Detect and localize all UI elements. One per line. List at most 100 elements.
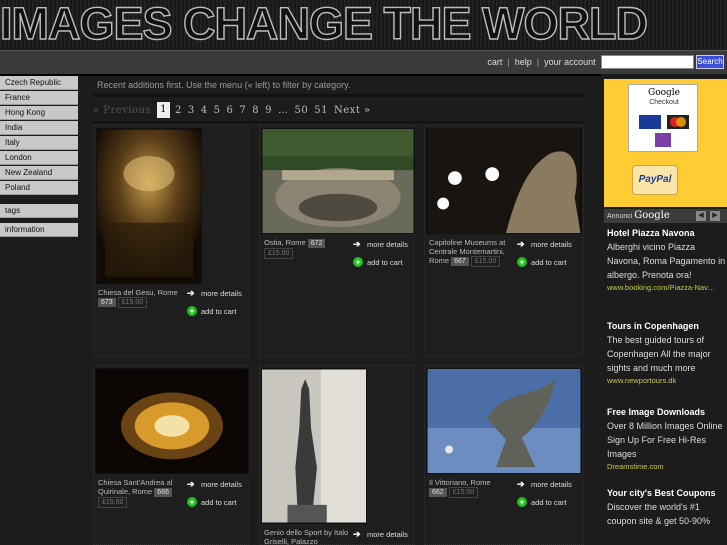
item-caption: Il Vittoriano, Rome 662 £15.00 <box>429 478 513 498</box>
add-to-cart-link[interactable]: + add to cart <box>517 257 566 267</box>
sidebar-item-information[interactable]: information <box>0 223 78 237</box>
sidebar-item-hong-kong[interactable]: Hong Kong <box>0 106 78 120</box>
pager-page[interactable]: 5 <box>214 105 221 116</box>
more-details-label: more details <box>531 240 572 249</box>
sidebar-item-london[interactable]: London <box>0 151 78 165</box>
item-id-badge: 662 <box>429 488 447 497</box>
search-button[interactable]: Search <box>696 55 724 69</box>
add-to-cart-link[interactable]: + add to cart <box>187 497 236 507</box>
sidebar-item-france[interactable]: France <box>0 91 78 105</box>
chevron-right-icon[interactable]: ▶ <box>710 211 720 221</box>
item-id-badge: 673 <box>98 298 116 307</box>
ad-url[interactable]: www.booking.com/Piazza-Nav… <box>607 282 727 293</box>
pager-page[interactable]: 3 <box>188 105 195 116</box>
separator: | <box>536 57 540 67</box>
pager-ellipsis: … <box>278 104 289 116</box>
category-menu: Czech Republic France Hong Kong India It… <box>0 76 78 238</box>
gallery-card: Capitoline Museums at Centrale Montemart… <box>424 125 584 357</box>
item-title[interactable]: Il Vittoriano, Rome <box>429 478 491 487</box>
pager-page[interactable]: 2 <box>175 105 182 116</box>
photo-thumbnail[interactable] <box>261 368 367 524</box>
item-id-badge: 667 <box>451 257 469 266</box>
ad-url[interactable]: Dreamstime.com <box>607 461 727 472</box>
more-details-label: more details <box>531 480 572 489</box>
right-column: Google Checkout PayPal Annunci Google ◀ … <box>604 79 727 545</box>
ads-header: Annunci Google ◀ ▶ <box>604 209 727 223</box>
plus-icon: + <box>517 497 527 507</box>
add-to-cart-link[interactable]: + add to cart <box>187 306 236 316</box>
photo-thumbnail[interactable] <box>261 128 415 234</box>
ad-title[interactable]: Your city's Best Coupons <box>607 486 727 500</box>
add-to-cart-link[interactable]: + add to cart <box>353 257 402 267</box>
sidebar-item-italy[interactable]: Italy <box>0 136 78 150</box>
search-input[interactable] <box>601 55 694 69</box>
ad-url[interactable]: www.newportours.dk <box>607 375 727 386</box>
arrow-right-icon: ➔ <box>517 239 525 249</box>
add-to-cart-label: add to cart <box>201 306 237 316</box>
more-details-link[interactable]: ➔ more details <box>187 480 242 490</box>
ad-title[interactable]: Tours in Copenhagen <box>607 320 727 333</box>
photo-thumbnail[interactable] <box>96 128 202 284</box>
google-checkout-title: Google <box>648 88 680 98</box>
more-details-label: more details <box>201 289 242 298</box>
google-checkout-badge[interactable]: Google Checkout <box>628 84 698 152</box>
paypal-badge[interactable]: PayPal <box>632 165 678 195</box>
item-caption: Capitoline Museums at Centrale Montemart… <box>429 238 513 267</box>
item-title[interactable]: Chiesa del Gesu, Rome <box>98 288 186 297</box>
ad-block[interactable]: Your city's Best Coupons Discover the wo… <box>607 486 727 528</box>
ad-title[interactable]: Hotel Piazza Navona <box>607 227 727 240</box>
sidebar-item-tags[interactable]: tags <box>0 204 78 218</box>
item-price: £15.00 <box>448 487 479 498</box>
add-to-cart-label: add to cart <box>531 497 567 507</box>
card-logos-icon <box>639 115 689 147</box>
arrow-right-icon: ➔ <box>187 288 195 298</box>
more-details-link[interactable]: ➔ more details <box>353 530 408 540</box>
more-details-link[interactable]: ➔ more details <box>517 480 572 490</box>
pager-next[interactable]: Next » <box>334 105 371 116</box>
sidebar-item-czech-republic[interactable]: Czech Republic <box>0 76 78 90</box>
pager-page[interactable]: 8 <box>252 105 259 116</box>
site-title[interactable]: IMAGES CHANGE THE WORLD <box>0 0 727 50</box>
photo-thumbnail[interactable] <box>95 368 249 474</box>
pager-page[interactable]: 4 <box>201 105 208 116</box>
photo-image <box>96 369 248 473</box>
sidebar-item-new-zealand[interactable]: New Zealand <box>0 166 78 180</box>
add-to-cart-label: add to cart <box>531 257 567 267</box>
chevron-left-icon[interactable]: ◀ <box>696 211 706 221</box>
more-details-link[interactable]: ➔ more details <box>517 239 572 250</box>
item-title[interactable]: Genio dello Sport by Italo Griselli, Pal… <box>264 528 348 545</box>
ad-body: Alberghi vicino Piazza Navona, Roma Paga… <box>607 242 726 280</box>
photo-thumbnail[interactable] <box>426 368 582 474</box>
item-price: £15.00 <box>98 497 128 508</box>
more-details-label: more details <box>367 530 408 539</box>
sidebar-item-india[interactable]: India <box>0 121 78 135</box>
photo-image <box>427 129 581 233</box>
plus-icon: + <box>187 497 197 507</box>
plus-icon: + <box>517 257 527 267</box>
photo-image <box>97 129 201 283</box>
item-title[interactable]: Ostia, Rome <box>264 238 306 247</box>
account-link[interactable]: your account <box>544 57 596 67</box>
item-id-badge: 672 <box>307 239 326 248</box>
photo-thumbnail[interactable] <box>426 128 582 234</box>
more-details-link[interactable]: ➔ more details <box>353 240 408 250</box>
add-to-cart-label: add to cart <box>367 257 403 267</box>
more-details-link[interactable]: ➔ more details <box>187 288 242 299</box>
pager-page[interactable]: 9 <box>265 105 272 116</box>
add-to-cart-link[interactable]: + add to cart <box>517 497 566 507</box>
help-link[interactable]: help <box>515 57 532 67</box>
pager-page[interactable]: 50 <box>295 105 309 116</box>
sidebar-item-poland[interactable]: Poland <box>0 181 78 195</box>
divider <box>93 121 585 123</box>
pager-page[interactable]: 7 <box>239 105 246 116</box>
pager-page[interactable]: 51 <box>314 105 328 116</box>
ad-block[interactable]: Hotel Piazza Navona Alberghi vicino Piaz… <box>607 227 727 293</box>
ad-body: Discover the world's #1 coupon site & ge… <box>607 502 711 526</box>
ad-title[interactable]: Free Image Downloads <box>607 406 727 419</box>
item-caption: Chiesa Sant'Andrea al Quirinale, Rome 66… <box>98 478 186 508</box>
ad-block[interactable]: Free Image Downloads Over 8 Million Imag… <box>607 406 727 472</box>
paypal-label: PayPal <box>638 174 672 185</box>
cart-link[interactable]: cart <box>487 57 502 67</box>
ad-block[interactable]: Tours in Copenhagen The best guided tour… <box>607 320 727 386</box>
pager-page[interactable]: 6 <box>227 105 234 116</box>
